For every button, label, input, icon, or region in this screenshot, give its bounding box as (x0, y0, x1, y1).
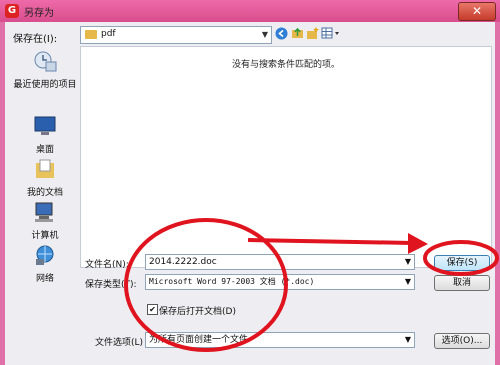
chevron-down-icon: ▼ (261, 30, 268, 39)
window-border-right (495, 22, 500, 365)
filetype-select[interactable]: Microsoft Word 97-2003 文档 (*.doc) ▼ (145, 274, 415, 290)
open-after-save-label: 保存后打开文档(D) (159, 307, 236, 317)
save-as-dialog: 保存在(I): pdf ▼ 最近使用的项目 桌面 我的文档 计算机 网络 没有与… (5, 22, 495, 365)
chevron-down-icon: ▼ (404, 257, 411, 266)
savein-label: 保存在(I): (13, 34, 58, 45)
network-icon (36, 245, 54, 265)
computer-icon (35, 202, 53, 222)
my-documents-icon (36, 159, 54, 178)
sidebar-item-desktop[interactable]: 桌面 (10, 115, 80, 155)
places-sidebar: 最近使用的项目 桌面 我的文档 计算机 网络 (10, 46, 80, 288)
file-options-select[interactable]: 为所有页面创建一个文件 ▼ (145, 332, 415, 348)
title-bar: G 另存为 ✕ (0, 0, 500, 22)
back-icon[interactable] (275, 27, 288, 40)
window-title: 另存为 (24, 8, 54, 19)
filename-label: 文件名(N): (85, 260, 129, 270)
file-options-value: 为所有页面创建一个文件 (149, 335, 249, 345)
app-icon: G (5, 4, 19, 18)
up-folder-icon[interactable] (291, 27, 304, 40)
sidebar-item-network[interactable]: 网络 (10, 244, 80, 284)
sidebar-label: 计算机 (31, 231, 59, 241)
sidebar-item-my-documents[interactable]: 我的文档 (10, 158, 80, 198)
filetype-value: Microsoft Word 97-2003 文档 (*.doc) (149, 277, 315, 286)
sidebar-item-recent[interactable]: 最近使用的项目 (10, 50, 80, 90)
empty-message: 没有与搜索条件匹配的项。 (231, 60, 340, 70)
new-folder-icon[interactable] (306, 27, 319, 40)
file-options-label: 文件选项(L) (95, 338, 144, 348)
savein-combo[interactable]: pdf ▼ (80, 26, 272, 44)
chevron-down-icon: ▼ (404, 277, 411, 286)
close-button[interactable]: ✕ (458, 2, 496, 21)
open-after-save-checkbox[interactable]: ✔ (147, 304, 158, 315)
chevron-down-icon: ▼ (404, 335, 411, 344)
filename-value: 2014.2222.doc (149, 257, 217, 267)
sidebar-label: 桌面 (35, 145, 54, 155)
filename-input[interactable]: 2014.2222.doc ▼ (145, 254, 415, 270)
filetype-label: 保存类型(T): (85, 280, 137, 290)
recent-items-icon (34, 51, 57, 72)
file-list[interactable]: 没有与搜索条件匹配的项。 (80, 46, 492, 268)
folder-icon (85, 30, 97, 39)
savein-value: pdf (101, 29, 116, 39)
desktop-icon (34, 116, 56, 135)
save-button[interactable]: 保存(S) (434, 255, 490, 271)
sidebar-label: 网络 (35, 274, 54, 284)
sidebar-item-computer[interactable]: 计算机 (10, 201, 80, 241)
views-menu-icon[interactable] (321, 27, 341, 40)
sidebar-label: 最近使用的项目 (13, 80, 77, 90)
options-button[interactable]: 选项(O)... (434, 333, 490, 349)
sidebar-label: 我的文档 (26, 188, 63, 198)
cancel-button[interactable]: 取消 (434, 275, 490, 291)
